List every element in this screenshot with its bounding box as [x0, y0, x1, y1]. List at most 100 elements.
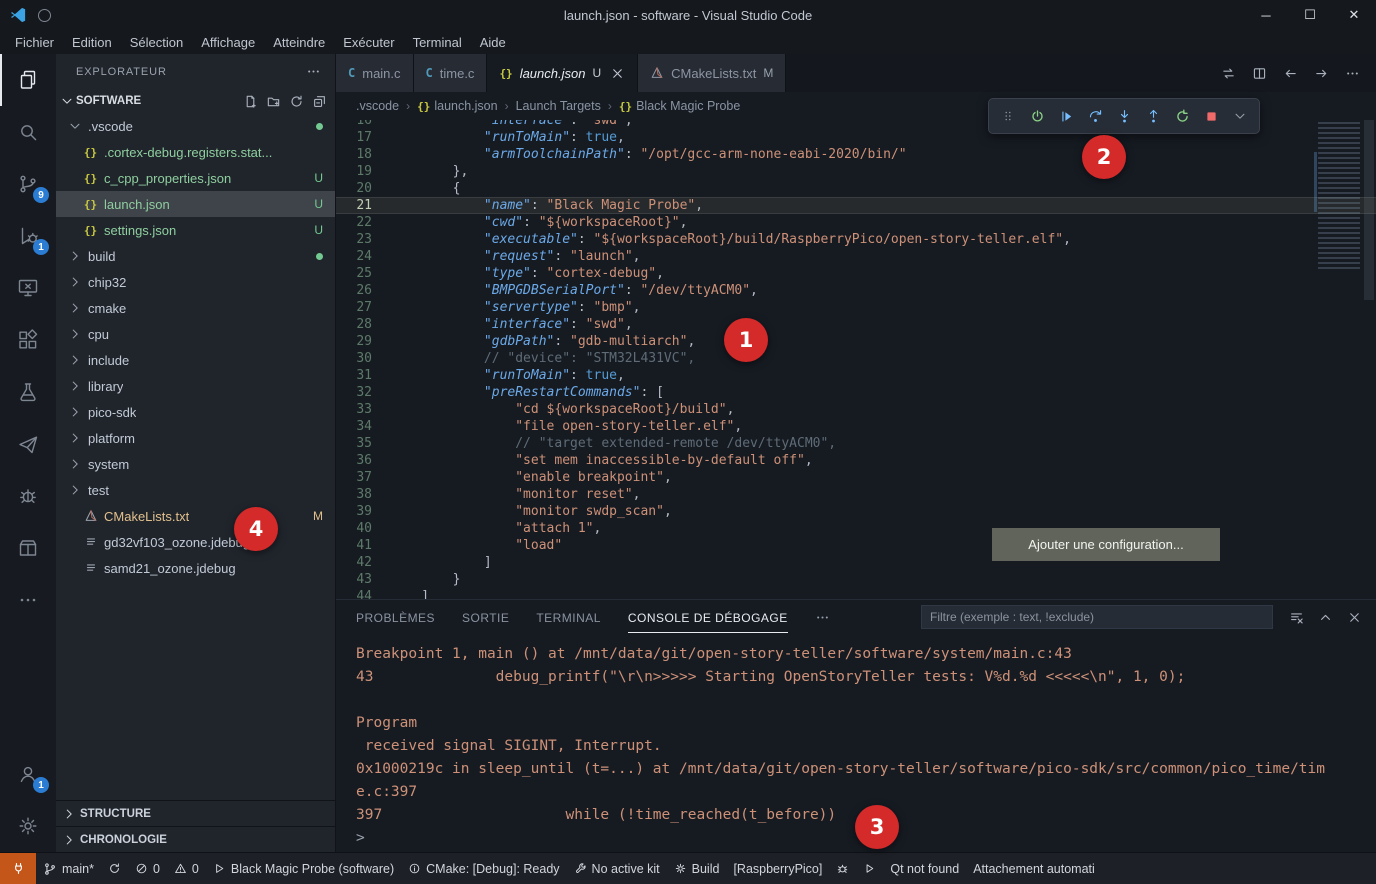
code-line-41[interactable]: 41 "load" [336, 537, 1376, 554]
code-line-29[interactable]: 29 "gdbPath": "gdb-multiarch", [336, 333, 1376, 350]
activity-settings[interactable] [0, 800, 56, 852]
code-line-37[interactable]: 37 "enable breakpoint", [336, 469, 1376, 486]
new-file-button[interactable] [243, 94, 258, 109]
tree-item-pico-sdk[interactable]: pico-sdk [56, 399, 335, 425]
activity-more-views[interactable] [0, 574, 56, 626]
status-auto-attach[interactable]: Attachement automati [966, 853, 1102, 884]
menu-affichage[interactable]: Affichage [192, 33, 264, 52]
code-line-27[interactable]: 27 "servertype": "bmp", [336, 299, 1376, 316]
tree-item-cmake[interactable]: cmake [56, 295, 335, 321]
menu-ex-cuter[interactable]: Exécuter [334, 33, 403, 52]
close-panel-button[interactable] [1347, 610, 1362, 625]
menu-aide[interactable]: Aide [471, 33, 515, 52]
code-line-21[interactable]: 21 "name": "Black Magic Probe", [336, 197, 1376, 214]
activity-extensions[interactable] [0, 314, 56, 366]
tree-item-build[interactable]: build [56, 243, 335, 269]
breadcrumb-launch-targets[interactable]: Launch Targets [516, 99, 601, 113]
debug-power-icon[interactable] [1024, 102, 1050, 130]
activity-remote-explorer[interactable] [0, 262, 56, 314]
close-tab-icon[interactable] [610, 66, 625, 81]
breadcrumb-black-magic-probe[interactable]: {}Black Magic Probe [619, 99, 740, 113]
panel-tab-probl-mes[interactable]: PROBLÈMES [356, 602, 435, 633]
debug-step-out-icon[interactable] [1140, 102, 1166, 130]
activity-source-control[interactable]: 9 [0, 158, 56, 210]
activity-debug-alt[interactable] [0, 470, 56, 522]
code-line-25[interactable]: 25 "type": "cortex-debug", [336, 265, 1376, 282]
tree-item-launch-json[interactable]: {}launch.jsonU [56, 191, 335, 217]
close-button[interactable]: ✕ [1332, 0, 1376, 30]
code-editor[interactable]: 16 "interface": "swd",17 "runToMain": tr… [336, 120, 1376, 599]
editor-scrollbar[interactable] [1364, 120, 1374, 300]
status-run-button[interactable] [856, 853, 883, 884]
menu-terminal[interactable]: Terminal [404, 33, 471, 52]
code-line-22[interactable]: 22 "cwd": "${workspaceRoot}", [336, 214, 1376, 231]
breadcrumb-launch-json[interactable]: {}launch.json [417, 99, 498, 113]
code-line-24[interactable]: 24 "request": "launch", [336, 248, 1376, 265]
chevron-down-icon[interactable] [1227, 102, 1253, 130]
debug-step-into-icon[interactable] [1111, 102, 1137, 130]
status-debug-target[interactable]: Black Magic Probe (software) [206, 853, 401, 884]
open-changes-button[interactable] [1221, 66, 1236, 81]
tree-item-platform[interactable]: platform [56, 425, 335, 451]
tree-item-cortex-debug-registers-stat[interactable]: {}.cortex-debug.registers.stat... [56, 139, 335, 165]
debug-stop-icon[interactable] [1198, 102, 1224, 130]
status-active-kit[interactable]: No active kit [567, 853, 667, 884]
tree-item-system[interactable]: system [56, 451, 335, 477]
console-filter-input[interactable] [921, 605, 1273, 629]
panel-tab-terminal[interactable]: TERMINAL [536, 602, 601, 633]
maximize-panel-button[interactable] [1318, 610, 1333, 625]
code-line-19[interactable]: 19 }, [336, 163, 1376, 180]
status-cmake-build[interactable]: Build [667, 853, 727, 884]
tree-item-samd21-ozone-jdebug[interactable]: samd21_ozone.jdebug [56, 555, 335, 581]
more-actions-button[interactable] [1345, 66, 1360, 81]
code-line-20[interactable]: 20 { [336, 180, 1376, 197]
tree-item-include[interactable]: include [56, 347, 335, 373]
tree-item-test[interactable]: test [56, 477, 335, 503]
maximize-button[interactable]: ☐ [1288, 0, 1332, 30]
status-sync[interactable] [101, 853, 128, 884]
activity-run-and-debug[interactable]: 1 [0, 210, 56, 262]
code-line-42[interactable]: 42 ] [336, 554, 1376, 571]
activity-account[interactable]: 1 [0, 748, 56, 800]
code-line-44[interactable]: 44 ] [336, 588, 1376, 599]
tree-item-c-cpp-properties-json[interactable]: {}c_cpp_properties.jsonU [56, 165, 335, 191]
tab-launch-json[interactable]: {}launch.jsonU [487, 54, 638, 92]
code-line-33[interactable]: 33 "cd ${workspaceRoot}/build", [336, 401, 1376, 418]
navigate-back-button[interactable] [1283, 66, 1298, 81]
code-line-38[interactable]: 38 "monitor reset", [336, 486, 1376, 503]
drag-handle-icon[interactable] [995, 102, 1021, 130]
tree-item-vscode[interactable]: .vscode [56, 113, 335, 139]
code-line-39[interactable]: 39 "monitor swdp_scan", [336, 503, 1376, 520]
tab-cmakelists-txt[interactable]: CMakeLists.txtM [638, 54, 786, 92]
activity-paper-plane-extension[interactable] [0, 418, 56, 470]
tree-item-library[interactable]: library [56, 373, 335, 399]
navigate-forward-button[interactable] [1314, 66, 1329, 81]
tree-item-cpu[interactable]: cpu [56, 321, 335, 347]
debug-step-over-icon[interactable] [1082, 102, 1108, 130]
new-folder-button[interactable] [266, 94, 281, 109]
split-editor-button[interactable] [1252, 66, 1267, 81]
minimap[interactable] [1318, 122, 1360, 270]
debug-restart-icon[interactable] [1169, 102, 1195, 130]
code-line-40[interactable]: 40 "attach 1", [336, 520, 1376, 537]
status-cmake-status[interactable]: CMake: [Debug]: Ready [401, 853, 566, 884]
code-line-31[interactable]: 31 "runToMain": true, [336, 367, 1376, 384]
add-configuration-button[interactable]: Ajouter une configuration... [992, 528, 1220, 561]
tab-time-c[interactable]: Ctime.c [414, 54, 488, 92]
activity-testing[interactable] [0, 366, 56, 418]
tree-item-chip32[interactable]: chip32 [56, 269, 335, 295]
code-line-34[interactable]: 34 "file open-story-teller.elf", [336, 418, 1376, 435]
code-line-43[interactable]: 43 } [336, 571, 1376, 588]
code-line-18[interactable]: 18 "armToolchainPath": "/opt/gcc-arm-non… [336, 146, 1376, 163]
activity-search[interactable] [0, 106, 56, 158]
status-qt-status[interactable]: Qt not found [883, 853, 966, 884]
menu-edition[interactable]: Edition [63, 33, 121, 52]
activity-explorer[interactable] [0, 54, 56, 106]
clear-console-button[interactable] [1289, 610, 1304, 625]
tree-item-settings-json[interactable]: {}settings.jsonU [56, 217, 335, 243]
status-remote[interactable] [0, 853, 36, 884]
activity-packages[interactable] [0, 522, 56, 574]
menu-fichier[interactable]: Fichier [6, 33, 63, 52]
menu-s-lection[interactable]: Sélection [121, 33, 192, 52]
tree-item-cmakelists-txt[interactable]: CMakeLists.txtM [56, 503, 335, 529]
